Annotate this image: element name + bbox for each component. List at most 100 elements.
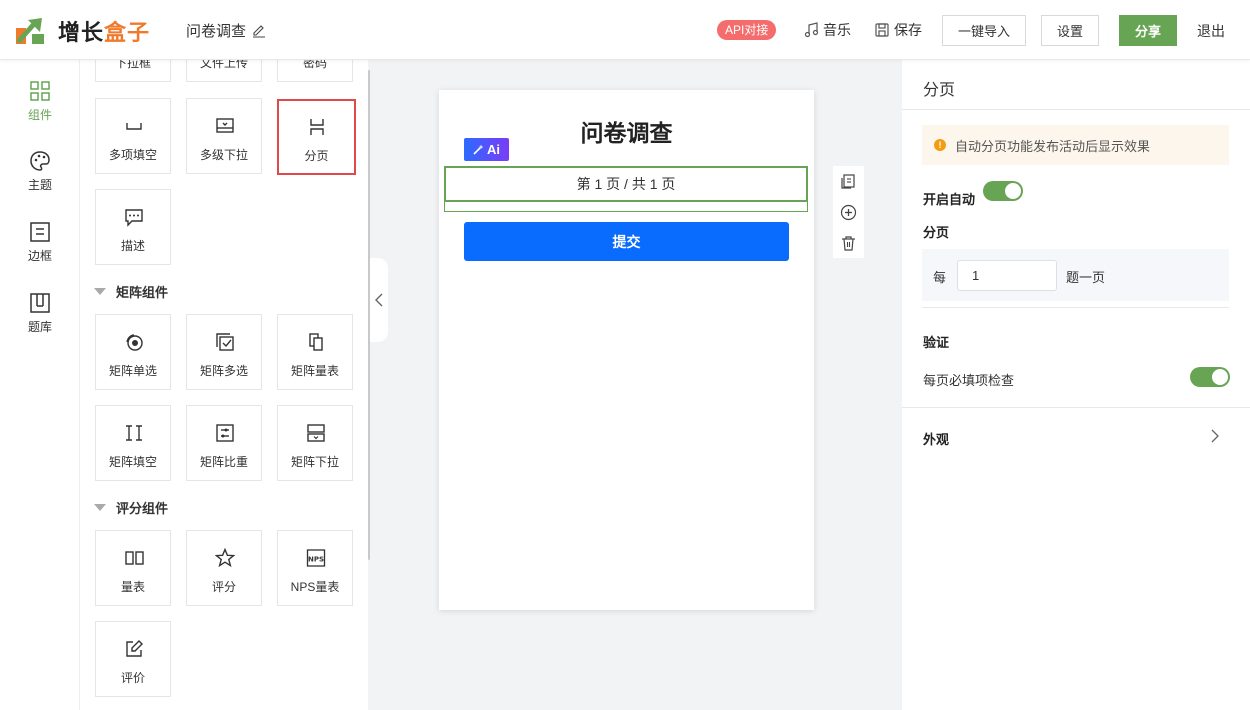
chevron-left-icon (375, 293, 383, 307)
nps-icon: NPS (306, 549, 326, 567)
tile-label: 评价 (120, 671, 145, 685)
appearance-label[interactable]: 外观 (923, 429, 949, 448)
tile-rating[interactable]: 评分 (186, 530, 262, 606)
tile-password[interactable]: 密码 (277, 60, 353, 82)
tile-multi-fill[interactable]: 多项填空 (95, 98, 171, 174)
matrix-weight-icon (216, 424, 234, 442)
pagination-icon (310, 119, 324, 135)
rail-label: 边框 (27, 249, 52, 263)
tile-cascade-dropdown[interactable]: 多级下拉 (186, 98, 262, 174)
tile-label: 下拉框 (114, 60, 151, 70)
ai-button[interactable]: Ai (464, 138, 509, 161)
document-title-text: 问卷调查 (186, 23, 247, 40)
star-icon (215, 548, 235, 568)
multi-fill-icon (126, 123, 142, 130)
tile-label: 文件上传 (199, 60, 248, 70)
component-panel: 下拉框 文件上传 密码 多项填空 多级下拉 分页 描述 矩阵组件 矩阵单选 矩阵… (80, 60, 368, 710)
trash-icon[interactable] (840, 235, 857, 252)
tile-label: 量表 (120, 580, 145, 594)
tile-label: 矩阵多选 (199, 364, 248, 378)
tile-matrix-single[interactable]: 矩阵单选 (95, 314, 171, 390)
tile-label: 分页 (304, 149, 329, 163)
description-icon (125, 209, 143, 227)
tile-label: 矩阵比重 (199, 455, 248, 469)
page-indicator[interactable]: 第 1 页 / 共 1 页 (444, 166, 808, 202)
api-badge[interactable]: API对接 (717, 20, 777, 40)
edit-pencil-icon[interactable] (252, 24, 266, 38)
matrix-fill-icon (126, 425, 142, 441)
magic-wand-icon (473, 144, 484, 155)
tile-label: 矩阵填空 (108, 455, 157, 469)
rating-group-header[interactable]: 评分组件 (94, 498, 168, 517)
validate-text: 每页必填项检查 (923, 373, 1015, 388)
tile-description[interactable]: 描述 (95, 189, 171, 265)
tile-matrix-weight[interactable]: 矩阵比重 (186, 405, 262, 481)
rail-item-border[interactable]: 边框 (0, 221, 80, 264)
tile-matrix-scale[interactable]: 矩阵量表 (277, 314, 353, 390)
validate-toggle[interactable] (1190, 367, 1230, 387)
settings-button[interactable]: 设置 (1041, 15, 1099, 46)
ai-label: Ai (487, 142, 500, 157)
copy-icon[interactable] (840, 173, 857, 190)
matrix-group-header[interactable]: 矩阵组件 (94, 282, 168, 301)
per-page-input[interactable]: 1 (957, 260, 1057, 291)
logo-mark-icon (16, 18, 44, 44)
music-button[interactable]: 音乐 (803, 20, 851, 40)
tile-label: 矩阵单选 (108, 364, 157, 378)
tile-label: 描述 (120, 239, 145, 253)
group-title: 评分组件 (116, 501, 169, 516)
group-title: 矩阵组件 (116, 285, 169, 300)
rail-label: 题库 (27, 320, 52, 334)
save-button[interactable]: 保存 (874, 20, 922, 40)
settings-panel: 分页 ! 自动分页功能发布活动后显示效果 开启自动 分页 每 1 题一页 验证 … (902, 60, 1250, 710)
left-rail: 组件 主题 边框 题库 (0, 60, 80, 710)
auto-label: 开启自动 (923, 192, 976, 207)
tile-label: 评分 (211, 580, 236, 594)
tile-file-upload[interactable]: 文件上传 (186, 60, 262, 82)
scale-icon (125, 551, 144, 565)
music-note-icon (804, 22, 819, 38)
save-disk-icon (875, 23, 889, 37)
page-break-line (444, 202, 808, 212)
matrix-radio-icon (126, 334, 143, 351)
chevron-right-icon[interactable] (1210, 429, 1220, 443)
cascade-dropdown-icon (216, 118, 234, 133)
review-edit-icon (126, 640, 143, 657)
rail-item-components[interactable]: 组件 (0, 80, 80, 123)
logo[interactable]: 增长盒子 (14, 15, 150, 47)
svg-text:NPS: NPS (308, 556, 324, 564)
notice-text: 自动分页功能发布活动后显示效果 (955, 138, 1151, 154)
tile-pagination[interactable]: 分页 (277, 99, 356, 175)
matrix-scale-icon (309, 333, 323, 351)
tile-nps[interactable]: NPS NPS量表 (277, 530, 353, 606)
border-frame-icon (30, 222, 50, 242)
notice-banner: ! 自动分页功能发布活动后显示效果 (922, 125, 1229, 165)
divider (902, 407, 1250, 408)
collapse-triangle-icon (94, 288, 106, 295)
divider (902, 109, 1250, 110)
tile-dropdown[interactable]: 下拉框 (95, 60, 171, 82)
collapse-panel-button[interactable] (370, 258, 388, 342)
validate-label: 验证 (923, 335, 950, 350)
add-circle-icon[interactable] (840, 204, 857, 221)
tile-label: 多项填空 (108, 148, 157, 162)
rail-item-theme[interactable]: 主题 (0, 150, 80, 193)
per-suffix: 题一页 (1066, 270, 1106, 285)
tile-review[interactable]: 评价 (95, 621, 171, 697)
auto-toggle[interactable] (983, 181, 1023, 201)
share-button[interactable]: 分享 (1119, 15, 1177, 46)
divider (922, 307, 1229, 308)
tile-label: 密码 (302, 60, 327, 70)
tile-scale[interactable]: 量表 (95, 530, 171, 606)
document-title[interactable]: 问卷调查 (186, 20, 266, 41)
rail-label: 组件 (27, 108, 52, 122)
per-prefix: 每 (933, 270, 947, 285)
tile-label: NPS量表 (290, 580, 340, 594)
tile-matrix-fill[interactable]: 矩阵填空 (95, 405, 171, 481)
submit-button[interactable]: 提交 (464, 222, 789, 261)
logout-link[interactable]: 退出 (1197, 21, 1225, 41)
tile-matrix-dropdown[interactable]: 矩阵下拉 (277, 405, 353, 481)
import-button[interactable]: 一键导入 (942, 15, 1026, 46)
tile-matrix-multi[interactable]: 矩阵多选 (186, 314, 262, 390)
rail-item-question-bank[interactable]: 题库 (0, 292, 80, 335)
